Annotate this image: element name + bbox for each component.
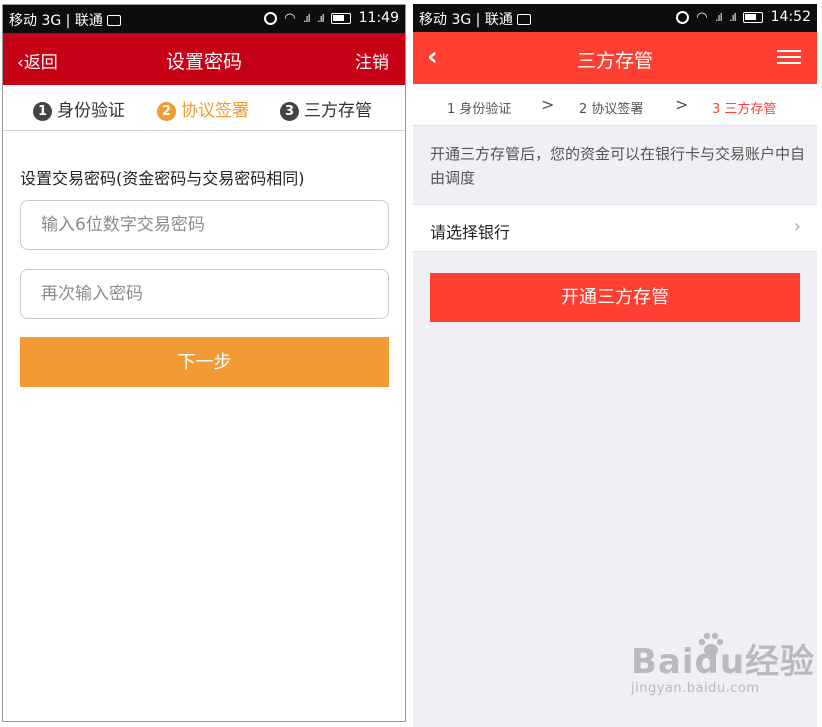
signal-icon: .ıl — [317, 11, 325, 25]
wifi-icon: ◠ — [284, 10, 296, 26]
wifi-icon: ◠ — [696, 9, 708, 25]
clock-text: 14:52 — [770, 9, 811, 25]
logout-button[interactable]: 注销 — [355, 48, 389, 73]
step-1: 1 身份验证 — [33, 96, 125, 121]
step-number: 2 — [157, 102, 176, 121]
step-indicator: 1 身份验证 2 协议签署 3 三方存管 — [3, 85, 405, 131]
back-button[interactable]: ‹返回 — [17, 48, 58, 73]
right-phone-screen: 移动 3G | 联通 ◠ .ıl .ıl 14:52 ‹ 三方存管 1 身份验证… — [413, 4, 817, 727]
signal-icon: .ıl — [729, 10, 737, 24]
paw-icon — [698, 632, 724, 656]
image-icon — [106, 15, 121, 26]
nav-bar: ‹ 三方存管 — [413, 32, 817, 84]
image-icon — [516, 14, 531, 25]
step-3: 3 三方存管 — [712, 102, 777, 117]
step-label: 三方存管 — [304, 101, 372, 121]
step-number: 1 — [33, 102, 52, 121]
watermark-url: jingyan.baidu.com — [631, 681, 760, 696]
carrier-text: 移动 3G | 联通 — [9, 13, 103, 29]
bank-select-row[interactable]: 请选择银行 › — [413, 204, 817, 252]
step-2: 2 协议签署 — [157, 96, 249, 121]
page-title: 三方存管 — [576, 50, 653, 72]
password-input[interactable] — [20, 200, 389, 250]
battery-icon — [331, 12, 352, 24]
page-title: 设置密码 — [165, 51, 242, 73]
alarm-icon — [263, 11, 277, 25]
alarm-icon — [675, 10, 689, 24]
clock-text: 11:49 — [358, 10, 399, 26]
bank-select-label: 请选择银行 — [430, 223, 511, 242]
confirm-password-input[interactable] — [20, 269, 389, 319]
signal-icon: .ıl — [303, 11, 311, 25]
step-2: 2 协议签署 — [579, 102, 644, 117]
status-bar: 移动 3G | 联通 ◠ .ıl .ıl 11:49 — [3, 5, 405, 33]
left-phone-screen: 移动 3G | 联通 ◠ .ıl .ıl 11:49 ‹返回 设置密码 注销 1… — [2, 4, 406, 722]
chevron-right-icon: > — [541, 95, 555, 114]
signal-icon: .ıl — [715, 10, 723, 24]
nav-bar: ‹返回 设置密码 注销 — [3, 33, 405, 85]
next-step-button[interactable]: 下一步 — [20, 337, 389, 387]
watermark: Baidu经验 jingyan.baidu.com — [631, 632, 815, 696]
description-text: 开通三方存管后，您的资金可以在银行卡与交易账户中自由调度 — [430, 145, 806, 187]
chevron-left-icon[interactable]: ‹ — [427, 44, 438, 70]
status-bar: 移动 3G | 联通 ◠ .ıl .ıl 14:52 — [413, 4, 817, 32]
chevron-right-icon: › — [793, 216, 801, 237]
back-label: 返回 — [23, 53, 58, 73]
step-label: 身份验证 — [57, 101, 125, 121]
carrier-text: 移动 3G | 联通 — [419, 12, 513, 28]
battery-icon — [743, 11, 764, 23]
menu-icon[interactable] — [777, 50, 801, 66]
step-1: 1 身份验证 — [447, 102, 512, 117]
chevron-left-icon: ‹ — [17, 53, 24, 73]
step-indicator: 1 身份验证 > 2 协议签署 > 3 三方存管 — [413, 84, 817, 126]
step-number: 3 — [280, 102, 299, 121]
chevron-right-icon: > — [675, 95, 689, 114]
step-label: 协议签署 — [181, 101, 249, 121]
step-3: 3 三方存管 — [280, 96, 372, 121]
open-depository-button[interactable]: 开通三方存管 — [430, 273, 800, 322]
password-form-label: 设置交易密码(资金密码与交易密码相同) — [20, 169, 305, 188]
